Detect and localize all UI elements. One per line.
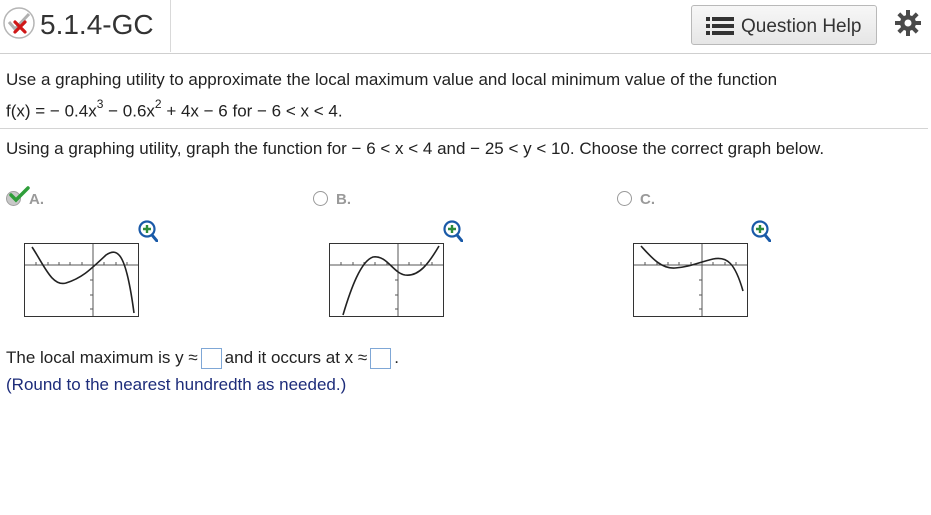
- gear-icon[interactable]: [895, 10, 921, 36]
- option-b-radio[interactable]: [313, 191, 328, 206]
- function-part-b: − 0.6x: [103, 101, 155, 121]
- option-b-label: B.: [336, 191, 351, 208]
- function-part-a: f(x) = − 0.4x: [6, 101, 97, 121]
- option-c-radio[interactable]: [617, 191, 632, 206]
- title-box: 5.1.4-GC: [36, 0, 171, 52]
- graph-c[interactable]: [633, 243, 748, 317]
- graph-instruction: Using a graphing utility, graph the func…: [6, 139, 825, 158]
- local-max-y-input[interactable]: [200, 348, 222, 370]
- question-help-button[interactable]: Question Help: [691, 5, 877, 45]
- zoom-in-icon[interactable]: [138, 220, 158, 242]
- option-c-label: C.: [640, 191, 655, 208]
- question-text: Use a graphing utility to approximate th…: [6, 70, 778, 89]
- graph-b[interactable]: [329, 243, 444, 317]
- exponent-3: 3: [96, 97, 104, 111]
- function-text: f(x) = − 0.4x3 − 0.6x2 + 4x − 6 for − 6 …: [6, 97, 343, 122]
- answer-line: The local maximum is y ≈ and it occurs at…: [6, 348, 399, 370]
- page-title: 5.1.4-GC: [40, 9, 154, 40]
- divider: [0, 128, 928, 129]
- rounding-hint: (Round to the nearest hundredth as neede…: [6, 375, 347, 394]
- question-help-label: Question Help: [741, 16, 862, 37]
- zoom-in-icon[interactable]: [751, 220, 771, 242]
- list-icon: [706, 17, 734, 35]
- partial-credit-x-icon: [3, 7, 35, 39]
- answer-prefix: The local maximum is y ≈: [6, 348, 198, 367]
- answer-suffix: .: [394, 348, 399, 367]
- graph-a[interactable]: [24, 243, 139, 317]
- header: 5.1.4-GC Question Help: [0, 0, 931, 54]
- local-max-x-input[interactable]: [370, 348, 392, 370]
- answer-middle: and it occurs at x ≈: [224, 348, 368, 367]
- check-icon: [9, 186, 30, 203]
- exponent-2: 2: [154, 97, 162, 111]
- option-a-label: A.: [29, 191, 44, 208]
- zoom-in-icon[interactable]: [443, 220, 463, 242]
- function-part-c: + 4x − 6 for − 6 < x < 4.: [161, 101, 343, 121]
